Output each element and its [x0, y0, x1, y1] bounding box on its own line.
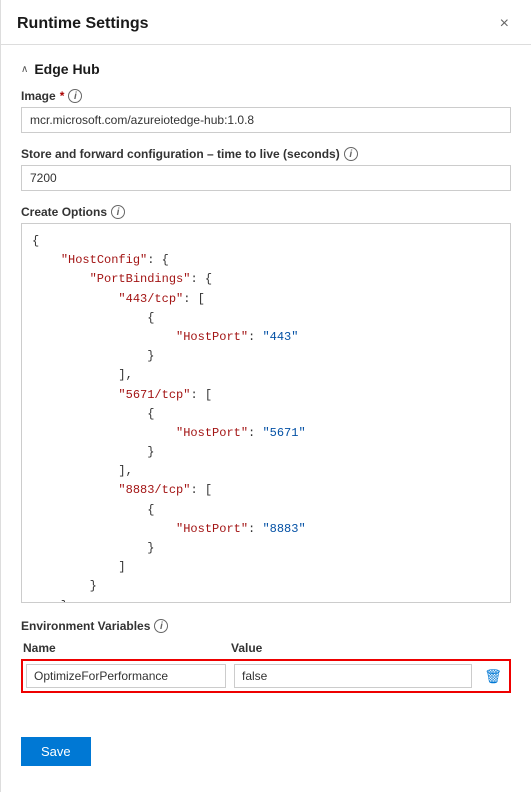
close-button[interactable]: × — [494, 14, 515, 34]
env-variables-info-icon[interactable]: i — [154, 619, 168, 633]
panel-header: Runtime Settings × — [1, 0, 531, 45]
env-col-value-header: Value — [231, 641, 509, 655]
image-field-group: Image * i — [21, 89, 511, 133]
store-forward-field-group: Store and forward configuration – time t… — [21, 147, 511, 191]
panel-body: ∧ Edge Hub Image * i Store and forward c… — [1, 45, 531, 709]
runtime-settings-panel: Runtime Settings × ∧ Edge Hub Image * i … — [0, 0, 531, 792]
env-row: 🗑 — [21, 659, 511, 693]
delete-env-row-button[interactable]: 🗑 — [480, 666, 506, 687]
store-forward-label: Store and forward configuration – time t… — [21, 147, 511, 161]
image-info-icon[interactable]: i — [68, 89, 82, 103]
store-forward-input[interactable] — [21, 165, 511, 191]
env-variables-section: Environment Variables i Name Value 🗑 — [21, 619, 511, 693]
edge-hub-section-title: Edge Hub — [34, 61, 99, 77]
create-options-field-group: Create Options i { "HostConfig": { "Port… — [21, 205, 511, 603]
edge-hub-section-header[interactable]: ∧ Edge Hub — [21, 61, 511, 77]
panel-title: Runtime Settings — [17, 15, 149, 33]
required-indicator: * — [60, 89, 65, 103]
create-options-editor[interactable]: { "HostConfig": { "PortBindings": { "443… — [21, 223, 511, 603]
save-button[interactable]: Save — [21, 737, 91, 766]
env-col-name-header: Name — [23, 641, 223, 655]
image-label: Image * i — [21, 89, 511, 103]
image-input[interactable] — [21, 107, 511, 133]
store-forward-info-icon[interactable]: i — [344, 147, 358, 161]
panel-footer: Save — [1, 709, 531, 786]
chevron-down-icon: ∧ — [21, 64, 28, 75]
create-options-info-icon[interactable]: i — [111, 205, 125, 219]
env-value-input[interactable] — [234, 664, 472, 688]
create-options-label: Create Options i — [21, 205, 511, 219]
env-table-header: Name Value — [21, 641, 511, 655]
env-variables-label: Environment Variables i — [21, 619, 511, 633]
env-name-input[interactable] — [26, 664, 226, 688]
